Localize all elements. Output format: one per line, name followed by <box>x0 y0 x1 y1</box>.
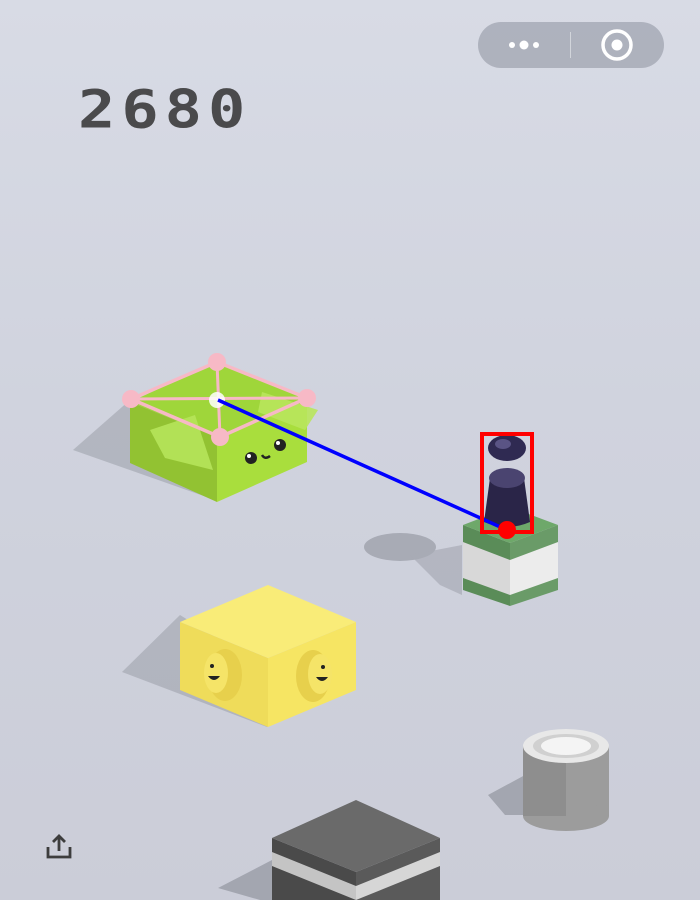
player-piece <box>484 435 530 527</box>
keypoint-left <box>122 390 140 408</box>
dark-gray-box <box>272 800 440 900</box>
dark-box-shadow <box>218 860 272 900</box>
keypoint-right <box>298 389 316 407</box>
cylinder-shadow <box>488 775 525 815</box>
gray-cylinder-platform <box>523 729 609 831</box>
game-scene[interactable] <box>0 0 700 900</box>
keypoint-top <box>208 353 226 371</box>
share-button[interactable] <box>44 832 74 862</box>
player-keypoint <box>498 521 516 539</box>
keypoint-bottom <box>211 428 229 446</box>
keypoint-center <box>209 392 225 408</box>
share-upload-icon <box>46 834 72 859</box>
yellow-smiley-box <box>180 585 356 727</box>
